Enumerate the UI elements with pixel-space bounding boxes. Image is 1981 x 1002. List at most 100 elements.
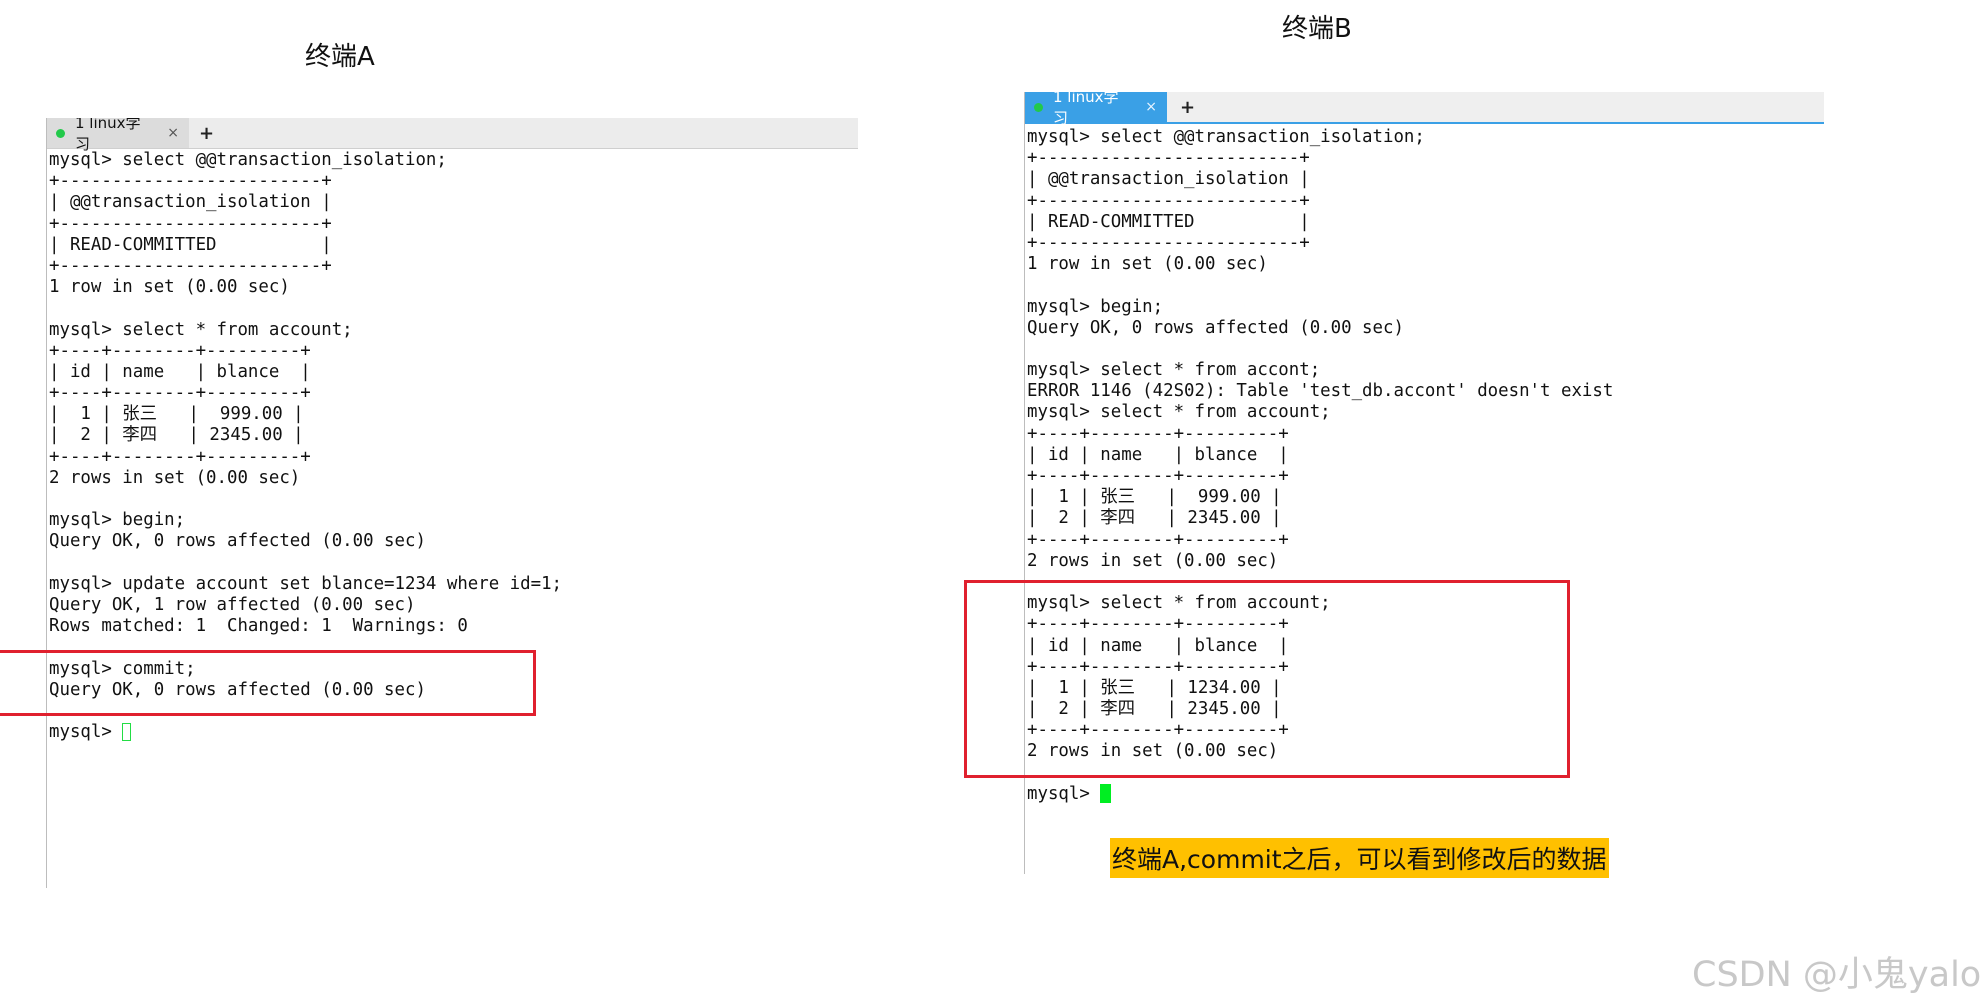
terminal-line: mysql> select * from accont; [1027,360,1824,381]
terminal-line: +----+--------+---------+ [49,341,858,362]
cursor-icon [122,723,132,742]
add-tab-icon[interactable]: + [1180,92,1195,122]
terminal-b-caption: 终端B [1282,14,1352,44]
terminal-line: +----+--------+---------+ [49,447,858,468]
terminal-line: +----+--------+---------+ [49,383,858,404]
terminal-line: mysql> begin; [49,510,858,531]
terminal-line: +----+--------+---------+ [1027,424,1824,445]
terminal-line-text: Query OK, 0 rows affected (0.00 sec) [49,531,426,552]
terminal-a-window[interactable]: 1 linux学习 × + mysql> select @@transactio… [46,118,858,890]
annotation-note: 终端A,commit之后，可以看到修改后的数据 [1110,838,1609,878]
terminal-line: 1 row in set (0.00 sec) [49,277,858,298]
terminal-line-text: mysql> update account set blance=1234 wh… [49,573,563,594]
terminal-line: | 1 | 张三 | 999.00 | [49,404,858,425]
terminal-a-caption: 终端A [305,42,375,72]
add-tab-icon[interactable]: + [199,118,214,148]
terminal-line: 1 row in set (0.00 sec) [1027,254,1824,275]
terminal-line: mysql> select * from account; [1027,402,1824,423]
terminal-line-text: | 2 | 李四 | 2345.00 | [1027,508,1282,529]
terminal-line-text: +----+--------+---------+ [49,383,311,404]
terminal-line-text: mysql> select @@transaction_isolation; [49,150,447,170]
highlight-commit-box [0,650,536,716]
terminal-line: | @@transaction_isolation | [49,192,858,213]
terminal-line-text: | READ-COMMITTED | [49,234,332,255]
terminal-b-tab[interactable]: 1 linux学习 × [1024,92,1167,127]
terminal-line: +----+--------+---------+ [1027,466,1824,487]
terminal-line: Rows matched: 1 Changed: 1 Warnings: 0 [49,616,858,637]
terminal-a-tab-label: 1 linux学习 [74,118,141,153]
terminal-line: mysql> select @@transaction_isolation; [1027,127,1824,148]
terminal-line: +-------------------------+ [49,214,858,235]
terminal-line: +-------------------------+ [49,171,858,192]
terminal-b-tab-label: 1 linux学习 [1052,92,1119,127]
terminal-line-text: mysql> select @@transaction_isolation; [1027,127,1425,147]
terminal-line: +-------------------------+ [1027,191,1824,212]
terminal-line-text: 1 row in set (0.00 sec) [49,277,290,298]
terminal-line-text: +-------------------------+ [1027,232,1310,253]
terminal-line-text: mysql> begin; [1027,296,1164,317]
terminal-line: | id | name | blance | [49,362,858,383]
terminal-line-text: +-------------------------+ [1027,190,1310,211]
terminal-line: | READ-COMMITTED | [49,235,858,256]
terminal-a-tabbar: 1 linux学习 × + [46,118,858,153]
close-icon[interactable]: × [167,125,179,141]
terminal-line-text: 1 row in set (0.00 sec) [1027,254,1268,275]
terminal-line: mysql> [1027,783,1824,805]
terminal-line: 2 rows in set (0.00 sec) [1027,551,1824,572]
terminal-line: mysql> update account set blance=1234 wh… [49,574,858,595]
terminal-line: | 2 | 李四 | 2345.00 | [1027,508,1824,529]
terminal-line-text: +----+--------+---------+ [49,446,311,467]
terminal-line-text: mysql> begin; [49,510,186,531]
terminal-line: 2 rows in set (0.00 sec) [49,468,858,489]
terminal-a-left-border [46,118,47,888]
terminal-line: +-------------------------+ [49,256,858,277]
terminal-line-text: | 1 | 张三 | 999.00 | [1027,487,1282,508]
terminal-line: +-------------------------+ [1027,148,1824,169]
terminal-line-text: +-------------------------+ [49,255,332,276]
terminal-line-text: 2 rows in set (0.00 sec) [49,467,301,488]
terminal-line-text: | id | name | blance | [1027,444,1289,465]
terminal-line-text: | READ-COMMITTED | [1027,211,1310,232]
status-dot-icon [1034,102,1043,112]
terminal-line: mysql> select * from account; [49,320,858,341]
terminal-line-text: mysql> select * from accont; [1027,360,1321,381]
close-icon[interactable]: × [1145,99,1157,115]
terminal-line-text: +-------------------------+ [1027,148,1310,169]
terminal-line-text: mysql> select * from account; [1027,402,1331,423]
terminal-line-text: +----+--------+---------+ [49,340,311,361]
terminal-line-text: 2 rows in set (0.00 sec) [1027,550,1279,571]
terminal-line-text: mysql> [49,722,123,743]
terminal-line-text: +----+--------+---------+ [1027,423,1289,444]
cursor-icon [1100,783,1112,803]
terminal-a-tab[interactable]: 1 linux学习 × [46,118,189,153]
terminal-line-text: mysql> select * from account; [49,319,353,340]
terminal-line-text: | id | name | blance | [49,361,311,382]
terminal-line: | @@transaction_isolation | [1027,169,1824,190]
terminal-line-text: Rows matched: 1 Changed: 1 Warnings: 0 [49,616,468,637]
watermark-text: CSDN @小鬼yalo [1692,955,1981,995]
terminal-line-text: | @@transaction_isolation | [1027,169,1310,190]
terminal-line: mysql> [49,722,858,743]
terminal-line: | id | name | blance | [1027,445,1824,466]
terminal-line-text: +----+--------+---------+ [1027,466,1289,486]
terminal-line: Query OK, 0 rows affected (0.00 sec) [1027,318,1824,339]
terminal-line: Query OK, 1 row affected (0.00 sec) [49,595,858,616]
terminal-line: | 2 | 李四 | 2345.00 | [49,425,858,446]
terminal-line: +----+--------+---------+ [1027,530,1824,551]
terminal-line-text: +-------------------------+ [49,213,332,234]
terminal-line: +-------------------------+ [1027,233,1824,254]
terminal-line-text: ERROR 1146 (42S02): Table 'test_db.accon… [1027,381,1614,402]
status-dot-icon [56,128,65,138]
terminal-line: | READ-COMMITTED | [1027,212,1824,233]
terminal-line: | 1 | 张三 | 999.00 | [1027,487,1824,508]
terminal-line: mysql> select @@transaction_isolation; [49,150,858,171]
highlight-result-box [964,580,1570,778]
terminal-line-text: | @@transaction_isolation | [49,192,332,213]
terminal-line-text: Query OK, 0 rows affected (0.00 sec) [1027,317,1404,338]
terminal-line: ERROR 1146 (42S02): Table 'test_db.accon… [1027,381,1824,402]
